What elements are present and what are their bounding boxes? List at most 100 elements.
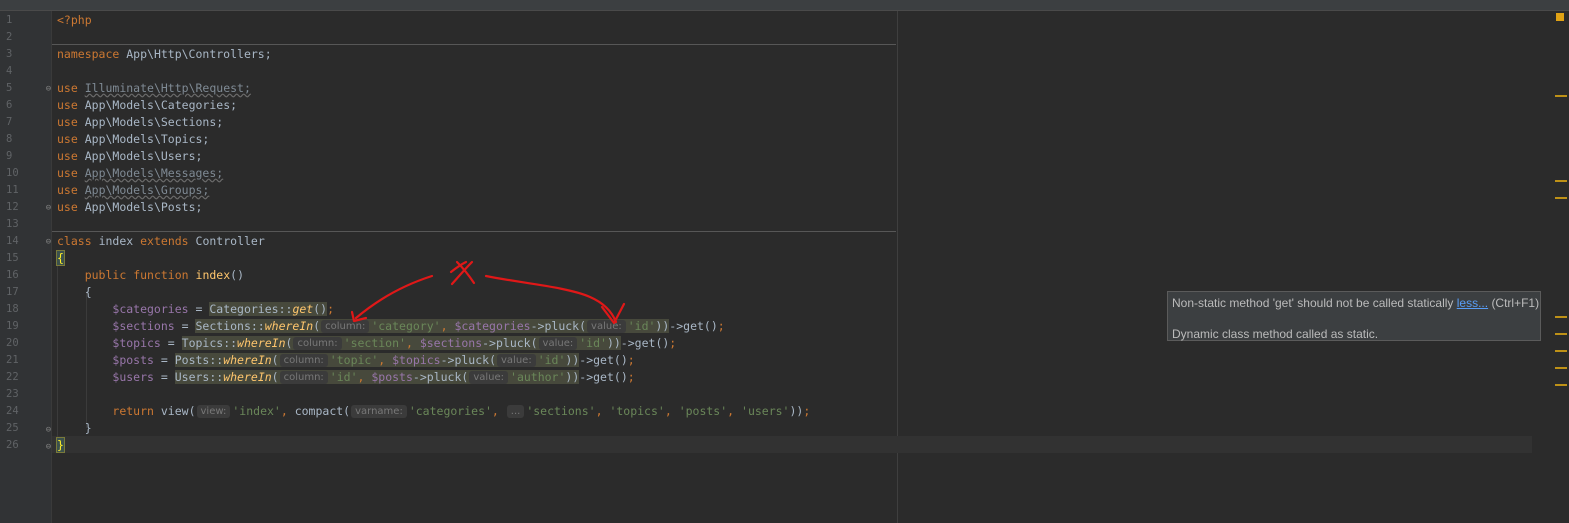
keyword: return	[112, 404, 154, 418]
inspection-tooltip[interactable]: Non-static method 'get' should not be ca…	[1167, 291, 1541, 341]
operator: ::	[223, 336, 238, 350]
variable: $topics	[392, 353, 441, 367]
method-separator	[52, 231, 896, 232]
variable: $topics	[112, 336, 161, 350]
line-number[interactable]: 12	[6, 199, 26, 216]
operator: ->	[440, 353, 455, 367]
static-call-warning[interactable]: Posts::whereIn(column:'topic', $topics->…	[174, 353, 580, 367]
method: whereIn	[237, 336, 286, 350]
line-number[interactable]: 2	[6, 29, 26, 46]
code-line-26: }	[56, 437, 65, 454]
line-number[interactable]: 13	[6, 216, 26, 233]
line-number[interactable]: 14	[6, 233, 26, 250]
warning-stripe-marker[interactable]	[1555, 367, 1567, 369]
line-number[interactable]: 18	[6, 301, 26, 318]
line-number[interactable]: 9	[6, 148, 26, 165]
line-number[interactable]: 17	[6, 284, 26, 301]
string: 'section'	[343, 336, 406, 350]
param-hint: column:	[293, 337, 342, 350]
line-number[interactable]: 23	[6, 386, 26, 403]
line-number[interactable]: 25	[6, 420, 26, 437]
param-hint: column:	[279, 354, 328, 367]
tooltip-less-link[interactable]: less...	[1457, 296, 1488, 310]
param-hint: ...	[506, 405, 525, 418]
variable: $posts	[371, 370, 413, 384]
import: App\Models\Posts;	[84, 200, 203, 214]
code-line-15: {	[56, 250, 65, 267]
annotation-left-arrow	[354, 274, 434, 320]
variable: $users	[112, 370, 154, 384]
operator: =	[153, 370, 175, 384]
import: App\Models\Topics;	[84, 132, 210, 146]
method: get	[593, 353, 614, 367]
method: pluck	[454, 353, 490, 367]
line-number[interactable]: 26	[6, 437, 26, 454]
line-number[interactable]: 10	[6, 165, 26, 182]
operator: ->	[620, 336, 635, 350]
code-line-1: <?php	[57, 12, 92, 29]
fold-marker-icon[interactable]: ⊖	[44, 426, 53, 435]
line-number[interactable]: 1	[6, 12, 26, 29]
warning-stripe-marker[interactable]	[1555, 197, 1567, 199]
method: pluck	[426, 370, 462, 384]
string: 'sections'	[526, 404, 596, 418]
line-number[interactable]: 24	[6, 403, 26, 420]
warning-stripe-marker[interactable]	[1555, 180, 1567, 182]
line-number[interactable]: 20	[6, 335, 26, 352]
line-number[interactable]: 5	[6, 80, 26, 97]
method-separator	[52, 44, 896, 45]
param-hint: view:	[196, 405, 231, 418]
line-number[interactable]: 22	[6, 369, 26, 386]
fold-marker-icon[interactable]: ⊖	[44, 238, 53, 247]
string: 'author'	[510, 370, 566, 384]
warning-stripe-marker[interactable]	[1555, 316, 1567, 318]
line-number[interactable]: 4	[6, 63, 26, 80]
line-number[interactable]: 6	[6, 97, 26, 114]
warning-stripe-marker[interactable]	[1555, 95, 1567, 97]
operator: ::	[209, 370, 224, 384]
punctuation: {	[84, 285, 92, 299]
param-hint: column:	[321, 320, 370, 333]
code-line-7: use App\Models\Sections;	[57, 114, 223, 131]
fold-marker-icon[interactable]: ⊖	[44, 204, 53, 213]
code-line-3: namespace App\Http\Controllers;	[57, 46, 272, 63]
line-number[interactable]: 15	[6, 250, 26, 267]
string: 'posts'	[678, 404, 728, 418]
punctuation: }	[84, 421, 92, 435]
fold-marker-icon[interactable]: ⊖	[44, 85, 53, 94]
static-call-warning[interactable]: Users::whereIn(column:'id', $posts->pluc…	[174, 370, 580, 384]
matched-brace: {	[56, 250, 65, 266]
line-number[interactable]: 8	[6, 131, 26, 148]
string: 'topic'	[329, 353, 379, 367]
line-number[interactable]: 21	[6, 352, 26, 369]
line-number[interactable]: 7	[6, 114, 26, 131]
static-call-warning[interactable]: Topics::whereIn(column:'section', $secti…	[181, 336, 621, 350]
inspection-status-icon[interactable]	[1556, 13, 1564, 21]
static-call-warning[interactable]: Sections::whereIn(column:'category', $ca…	[195, 319, 670, 333]
fold-marker-icon[interactable]: ⊖	[44, 443, 53, 452]
keyword: public	[84, 268, 127, 282]
method: get	[683, 319, 704, 333]
line-number[interactable]: 3	[6, 46, 26, 63]
keyword: use	[57, 183, 78, 197]
line-number[interactable]: 19	[6, 318, 26, 335]
variable: $categories	[112, 302, 189, 316]
static-call-warning[interactable]: Categories::get()	[209, 302, 328, 316]
operator: =	[160, 336, 182, 350]
unused-import: App\Models\Messages;	[84, 166, 224, 180]
warning-stripe-marker[interactable]	[1555, 333, 1567, 335]
code-line-20: $topics = Topics::whereIn(column:'sectio…	[112, 336, 677, 350]
import: App\Models\Sections;	[84, 115, 224, 129]
unused-import: App\Models\Groups;	[84, 183, 210, 197]
warning-stripe-marker[interactable]	[1555, 384, 1567, 386]
method: get	[634, 336, 656, 350]
keyword: use	[57, 115, 78, 129]
line-number[interactable]: 11	[6, 182, 26, 199]
param-hint: value:	[469, 371, 509, 384]
class-name: index	[98, 234, 134, 248]
warning-stripe-marker[interactable]	[1555, 350, 1567, 352]
method: whereIn	[223, 370, 272, 384]
line-number[interactable]: 16	[6, 267, 26, 284]
operator: =	[174, 319, 196, 333]
param-hint: value:	[538, 337, 578, 350]
